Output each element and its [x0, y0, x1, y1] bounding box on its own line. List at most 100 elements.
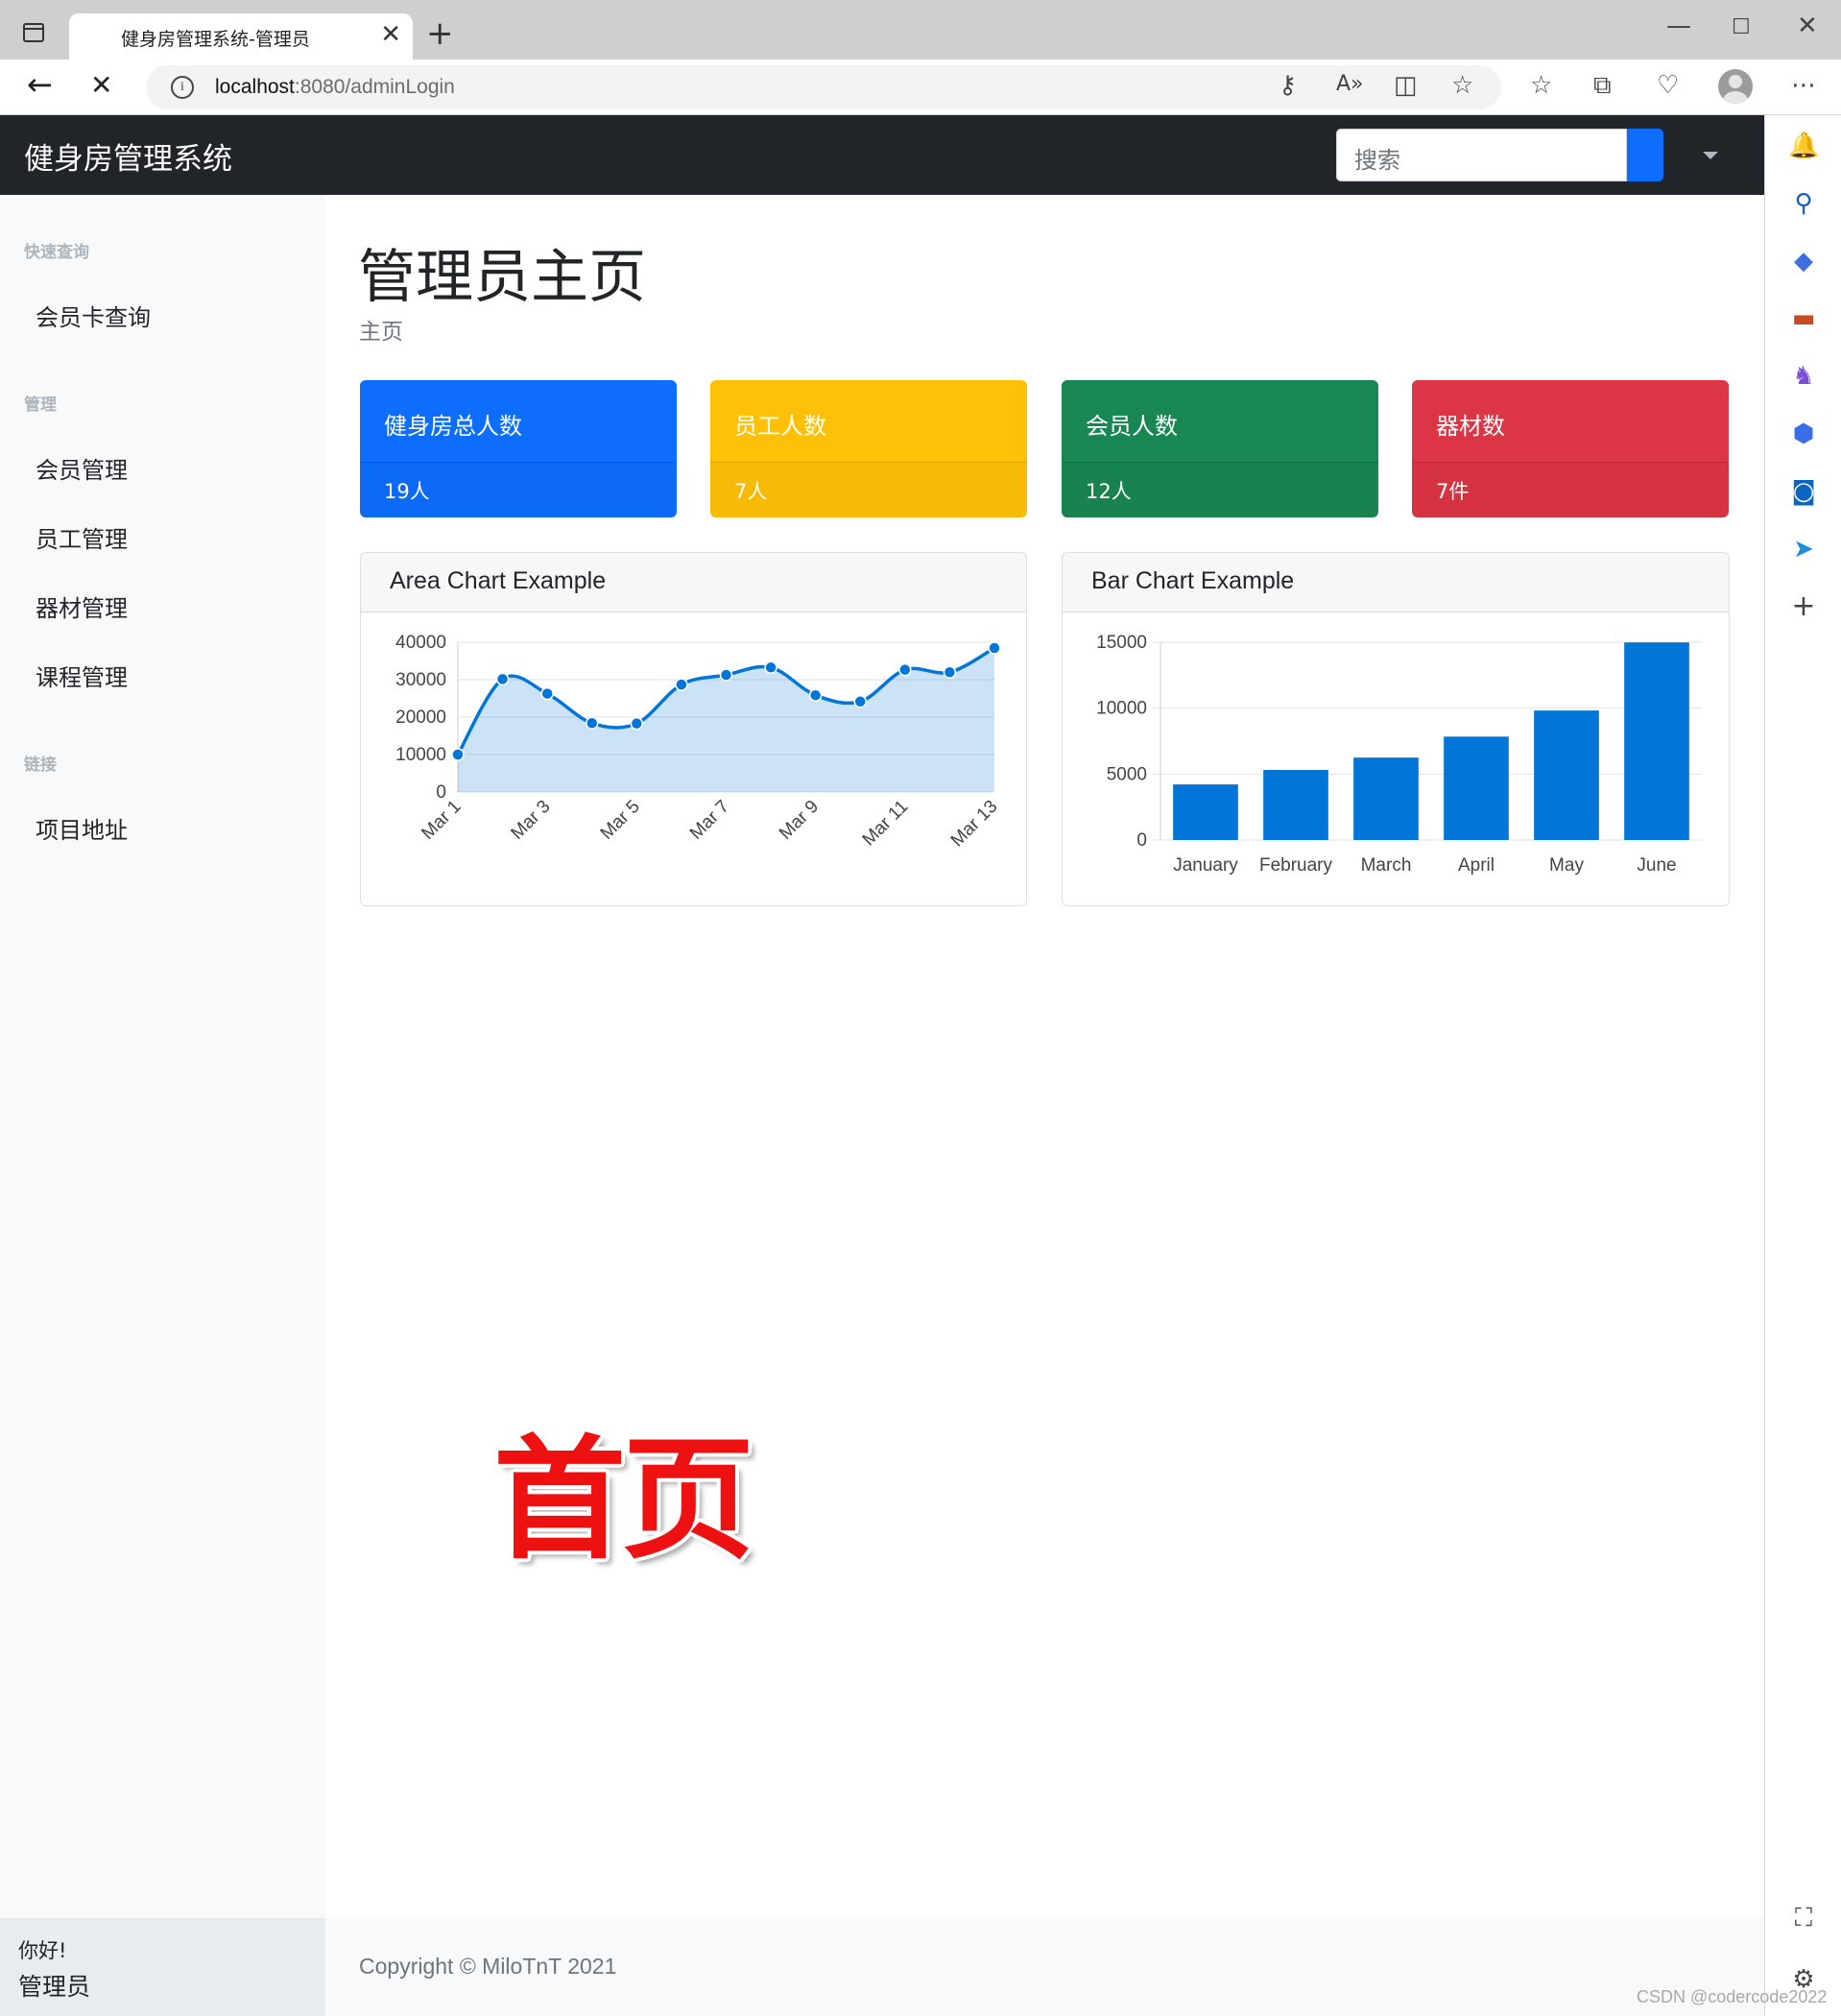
bar-chart: 0 5000 10000 15000 January February March April… [1096, 633, 1702, 876]
drop-send-icon[interactable]: ➤ [1788, 534, 1819, 564]
area-data-point [853, 695, 867, 708]
sidebar-heading-manage: 管理 [24, 396, 57, 415]
shopping-tag-icon[interactable]: ◆ [1788, 246, 1819, 276]
bar-x-tick-label: June [1637, 855, 1676, 876]
browser-tab[interactable]: 健身房管理系统-管理员 ✕ [69, 13, 413, 60]
sidebar-footer-greeting: 你好! [18, 1939, 67, 1962]
new-tab-icon[interactable]: + [426, 17, 454, 50]
navbar-brand[interactable]: 健身房管理系统 [24, 134, 232, 178]
search-icon[interactable]: ⚲ [1788, 188, 1819, 219]
site-info-icon[interactable]: i [171, 76, 194, 99]
window-close-icon[interactable]: ✕ [1797, 13, 1818, 38]
notification-bell-icon[interactable]: 🔔 [1788, 131, 1819, 161]
bar [1624, 642, 1689, 840]
area-data-point [451, 748, 465, 761]
sidebar-item-equipment-management[interactable]: 器材管理 [36, 589, 128, 623]
search-input[interactable]: 搜索 [1336, 129, 1627, 181]
area-chart-title: Area Chart Example [361, 553, 1026, 612]
browser-tab-title: 健身房管理系统-管理员 [121, 29, 310, 50]
area-data-point [540, 686, 554, 701]
games-icon[interactable]: ♞ [1788, 361, 1819, 392]
area-x-tick-label: Mar 7 [686, 797, 733, 844]
sidebar-item-member-management[interactable]: 会员管理 [36, 451, 128, 485]
screenshot-icon[interactable]: ⛶ [1788, 1903, 1819, 1933]
key-icon[interactable]: ⚷ [1279, 73, 1297, 98]
bar-y-tick-label: 5000 [1107, 764, 1147, 784]
back-icon[interactable]: ← [27, 69, 53, 100]
area-data-point [586, 716, 599, 731]
profile-avatar[interactable] [1718, 69, 1753, 104]
area-y-tick-label: 30000 [395, 670, 446, 690]
bar-chart-card: Bar Chart Example 0 5000 10000 15000 January… [1062, 552, 1730, 906]
stat-card-value: 7件 [1412, 462, 1729, 517]
tools-briefcase-icon[interactable]: ▬ [1788, 303, 1819, 334]
sidebar-item-employee-management[interactable]: 员工管理 [36, 520, 128, 554]
url-text: localhost:8080/adminLogin [215, 76, 455, 98]
split-screen-icon[interactable]: ◫ [1394, 73, 1418, 98]
stat-card-value: 12人 [1062, 462, 1378, 517]
sidebar-footer: 你好! 管理员 [0, 1918, 325, 2016]
area-chart-card: Area Chart Example 0 10000 20000 30000 40000… [360, 552, 1027, 906]
bar-x-tick-label: April [1458, 855, 1494, 876]
stat-card-label: 器材数 [1436, 413, 1505, 440]
favorite-star-icon[interactable]: ☆ [1451, 73, 1473, 98]
browser-tab-bar: 健身房管理系统-管理员 ✕ + — ☐ ✕ [0, 0, 1841, 60]
stat-card-label: 会员人数 [1086, 413, 1178, 440]
maximize-icon[interactable]: ☐ [1732, 17, 1751, 38]
bar-y-tick-label: 10000 [1096, 699, 1147, 719]
area-x-tick-label: Mar 9 [776, 797, 823, 844]
bar [1534, 710, 1599, 840]
user-dropdown-chevron-down-icon[interactable] [1703, 152, 1718, 159]
outlook-icon[interactable]: ◙ [1788, 476, 1819, 507]
app-navbar: 健身房管理系统 搜索 [0, 115, 1764, 195]
url-field[interactable]: i localhost:8080/adminLogin ⚷ A» ◫ ☆ [146, 65, 1501, 109]
footer-copyright: Copyright © MiloTnT 2021 [359, 1954, 617, 1979]
bar-x-tick-label: May [1549, 855, 1584, 876]
page-title: 管理员主页 [358, 244, 646, 311]
area-data-point [898, 662, 912, 677]
stop-loading-icon[interactable]: ✕ [90, 72, 112, 99]
microsoft-365-icon[interactable]: ⬢ [1788, 419, 1819, 449]
stat-card-employees: 员工人数 7人 [710, 380, 1027, 517]
search-button[interactable] [1627, 129, 1663, 181]
favorites-icon[interactable]: ☆ [1530, 73, 1552, 98]
browser-essentials-icon[interactable]: ♡ [1657, 73, 1679, 98]
app-sidebar: 快速查询 会员卡查询 管理 会员管理 员工管理 器材管理 课程管理 链接 项目地… [0, 195, 325, 2016]
stat-card-total-people: 健身房总人数 19人 [360, 380, 677, 517]
more-menu-icon[interactable]: ⋯ [1791, 73, 1816, 98]
area-x-tick-label: Mar 1 [418, 797, 465, 844]
bar [1173, 784, 1238, 840]
read-aloud-icon[interactable]: A» [1336, 74, 1364, 95]
sidebar-footer-user: 管理员 [18, 1973, 91, 2001]
sidebar-heading-links: 链接 [24, 756, 57, 775]
edge-sidebar: 🔔 ⚲ ◆ ▬ ♞ ⬢ ◙ ➤ + ⛶ ⚙ [1764, 115, 1841, 2016]
stat-card-value: 7人 [710, 462, 1027, 517]
stat-card-value: 19人 [360, 462, 677, 517]
area-data-point [719, 668, 733, 682]
bar [1263, 770, 1328, 840]
stat-card-label: 健身房总人数 [384, 413, 522, 440]
browser-address-bar: ← ✕ i localhost:8080/adminLogin ⚷ A» ◫ ☆… [0, 60, 1841, 115]
bar-x-tick-label: February [1259, 855, 1333, 876]
area-x-tick-label: Mar 11 [859, 797, 913, 851]
add-sidebar-app-icon[interactable]: + [1788, 591, 1819, 622]
breadcrumb: 主页 [359, 320, 403, 345]
area-data-point [630, 716, 644, 731]
bar-y-tick-label: 15000 [1096, 633, 1147, 653]
area-x-tick-label: Mar 13 [947, 797, 1002, 852]
sidebar-item-membership-card-query[interactable]: 会员卡查询 [36, 299, 151, 332]
stat-card-equipment: 器材数 7件 [1412, 380, 1729, 517]
area-y-tick-label: 0 [436, 782, 446, 803]
page-footer: Copyright © MiloTnT 2021 [325, 1917, 1764, 2016]
minimize-icon[interactable]: — [1666, 13, 1691, 38]
sidebar-item-course-management[interactable]: 课程管理 [36, 659, 128, 692]
area-y-tick-label: 10000 [395, 745, 446, 765]
area-y-tick-label: 40000 [395, 633, 446, 653]
area-data-point [943, 665, 957, 680]
area-chart: 0 10000 20000 30000 40000 Mar 1 Mar 3 Mar 5 Mar … [395, 633, 1002, 852]
collections-icon[interactable]: ⧉ [1593, 73, 1612, 98]
tab-actions-icon[interactable] [23, 23, 44, 42]
bar [1353, 757, 1419, 840]
sidebar-item-project-address[interactable]: 项目地址 [36, 811, 128, 845]
tab-close-icon[interactable]: ✕ [380, 22, 401, 47]
